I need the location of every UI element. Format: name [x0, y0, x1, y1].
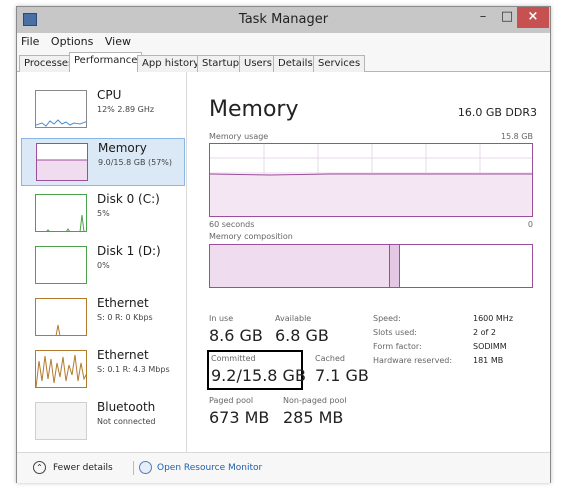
spec-label: Speed:: [373, 314, 401, 323]
spec-value: 1600 MHz: [473, 314, 514, 323]
cpu-thumbnail: [35, 90, 87, 128]
close-button[interactable]: ×: [517, 7, 549, 28]
memory-usage-graph: [209, 143, 533, 217]
sidebar-item-label: Bluetooth: [97, 400, 156, 414]
sidebar-item-disk-1[interactable]: Disk 1 (D:) 0%: [21, 242, 185, 290]
cached-label: Cached: [315, 354, 345, 363]
graph-zero-label: 0: [527, 220, 533, 229]
memory-detail-panel: Memory 16.0 GB DDR3 Memory usage 15.8 GB: [205, 72, 537, 452]
menu-view[interactable]: View: [101, 33, 135, 50]
tab-startup[interactable]: Startup: [197, 55, 245, 72]
sidebar-item-cpu[interactable]: CPU 12% 2.89 GHz: [21, 86, 185, 134]
available-label: Available: [275, 314, 312, 323]
memory-composition-label: Memory composition: [209, 232, 293, 241]
menu-options[interactable]: Options: [47, 33, 97, 50]
tab-services[interactable]: Services: [313, 55, 366, 72]
page-title: Memory: [209, 97, 299, 122]
memory-composition-bar: [209, 244, 533, 288]
cached-value: 7.1 GB: [315, 366, 369, 385]
menu-bar: File Options View: [17, 33, 550, 51]
sidebar-item-label: Ethernet: [97, 296, 149, 310]
resource-monitor-icon[interactable]: [139, 461, 152, 474]
sidebar-item-sublabel: S: 0 R: 0 Kbps: [97, 313, 153, 322]
tab-details[interactable]: Details: [273, 55, 318, 72]
composition-in-use: [210, 245, 390, 287]
sidebar-item-label: Memory: [98, 141, 147, 155]
tab-strip: Processes Performance App history Startu…: [17, 52, 550, 73]
tab-users[interactable]: Users: [239, 55, 278, 72]
memory-usage-svg: [210, 144, 532, 216]
in-use-value: 8.6 GB: [209, 326, 263, 345]
spec-label: Slots used:: [373, 328, 417, 337]
footer-divider: [133, 461, 134, 475]
memory-usage-label: Memory usage: [209, 132, 269, 141]
sidebar-item-label: CPU: [97, 88, 122, 102]
disk0-mini-graph: [46, 214, 85, 231]
non-paged-pool-label: Non-paged pool: [283, 396, 347, 405]
sidebar-item-disk-0[interactable]: Disk 0 (C:) 5%: [21, 190, 185, 238]
memory-usage-max: 15.8 GB: [500, 132, 533, 141]
sidebar-item-memory[interactable]: Memory 9.0/15.8 GB (57%): [21, 138, 185, 186]
ethernet2-mini-graph: [36, 354, 86, 387]
spec-value: SODIMM: [473, 342, 507, 351]
memory-spec: 16.0 GB DDR3: [457, 106, 537, 119]
cpu-mini-graph: [36, 119, 86, 127]
task-manager-window: Task Manager – □ × File Options View Pro…: [16, 6, 551, 483]
sidebar-item-ethernet-2[interactable]: Ethernet S: 0.1 R: 4.3 Mbps: [21, 346, 185, 394]
sidebar-item-sublabel: 5%: [97, 209, 110, 218]
ethernet1-mini-graph: [55, 324, 61, 335]
sidebar-item-label: Ethernet: [97, 348, 149, 362]
spec-value: 2 of 2: [473, 328, 496, 337]
ethernet1-thumbnail: [35, 298, 87, 336]
spec-value: 181 MB: [473, 356, 504, 365]
sidebar-item-sublabel: Not connected: [97, 417, 156, 426]
paged-pool-value: 673 MB: [209, 408, 270, 427]
sidebar-item-sublabel: 0%: [97, 261, 110, 270]
spec-label: Hardware reserved:: [373, 356, 453, 365]
footer-bar: ⌃ Fewer details Open Resource Monitor: [17, 452, 550, 483]
fewer-details-link[interactable]: Fewer details: [53, 463, 113, 473]
tab-performance[interactable]: Performance: [69, 52, 143, 73]
resource-sidebar: CPU 12% 2.89 GHz Memory 9.0/15.8 GB (57%…: [17, 72, 187, 452]
composition-modified: [390, 245, 400, 287]
open-resource-monitor-link[interactable]: Open Resource Monitor: [157, 463, 262, 473]
memory-thumbnail: [36, 143, 88, 181]
sidebar-item-label: Disk 0 (C:): [97, 192, 160, 206]
chevron-up-icon[interactable]: ⌃: [33, 461, 46, 474]
in-use-label: In use: [209, 314, 234, 323]
available-value: 6.8 GB: [275, 326, 329, 345]
paged-pool-label: Paged pool: [209, 396, 254, 405]
committed-label: Committed: [211, 354, 256, 363]
disk1-thumbnail: [35, 246, 87, 284]
graph-time-label: 60 seconds: [209, 220, 255, 229]
performance-content: CPU 12% 2.89 GHz Memory 9.0/15.8 GB (57%…: [17, 72, 550, 452]
sidebar-item-ethernet-1[interactable]: Ethernet S: 0 R: 0 Kbps: [21, 294, 185, 342]
sidebar-item-label: Disk 1 (D:): [97, 244, 161, 258]
ethernet2-thumbnail: [35, 350, 87, 388]
disk0-thumbnail: [35, 194, 87, 232]
sidebar-item-sublabel: S: 0.1 R: 4.3 Mbps: [97, 365, 170, 374]
sidebar-item-bluetooth[interactable]: Bluetooth Not connected: [21, 398, 185, 446]
spec-label: Form factor:: [373, 342, 422, 351]
memory-mini-graph: [37, 159, 87, 180]
non-paged-pool-value: 285 MB: [283, 408, 344, 427]
menu-file[interactable]: File: [17, 33, 43, 50]
bluetooth-thumbnail: [35, 402, 87, 440]
sidebar-item-sublabel: 12% 2.89 GHz: [97, 105, 155, 114]
title-bar: Task Manager – □ ×: [17, 7, 550, 33]
committed-value: 9.2/15.8 GB: [211, 366, 306, 385]
tab-app-history[interactable]: App history: [137, 55, 205, 72]
sidebar-item-sublabel: 9.0/15.8 GB (57%): [98, 158, 173, 167]
